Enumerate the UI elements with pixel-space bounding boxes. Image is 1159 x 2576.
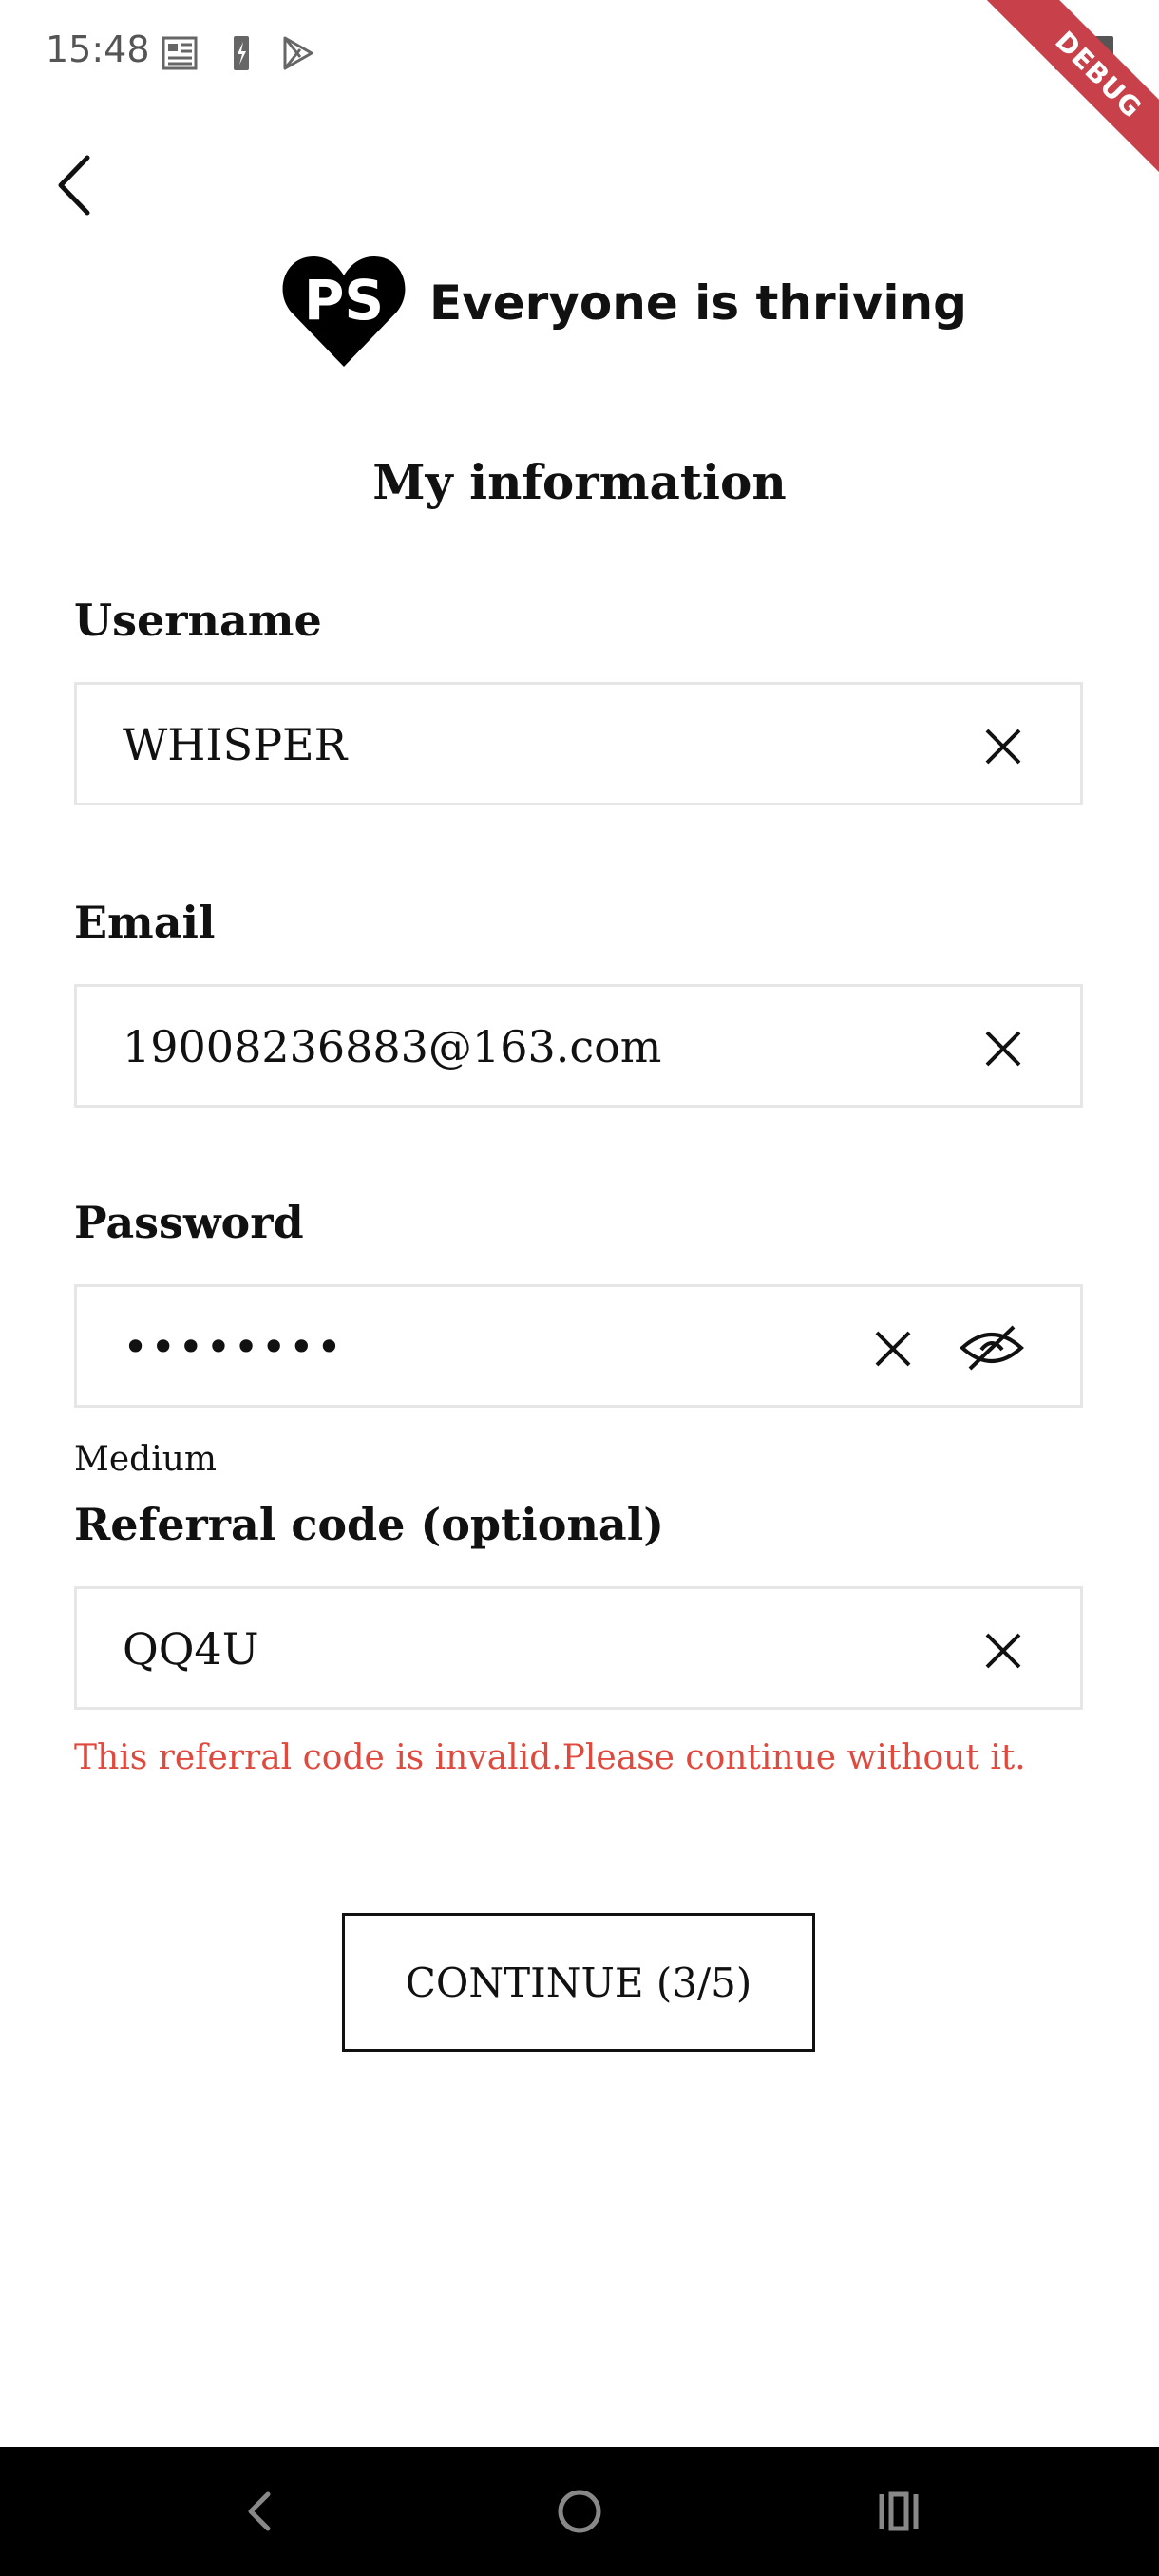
nav-recents-button[interactable] xyxy=(868,2481,929,2542)
logo: PS xyxy=(281,255,407,369)
battery-icon xyxy=(220,32,262,74)
clear-email-button[interactable] xyxy=(979,1025,1027,1072)
close-icon xyxy=(985,1633,1021,1669)
nav-home-button[interactable] xyxy=(549,2481,610,2542)
continue-button[interactable]: CONTINUE (3/5) xyxy=(342,1913,815,2052)
home-circle-icon xyxy=(558,2490,601,2533)
news-icon xyxy=(160,32,201,74)
debug-banner: DEBUG xyxy=(969,0,1159,190)
nav-back-button[interactable] xyxy=(230,2481,291,2542)
recents-icon xyxy=(879,2491,919,2531)
play-store-icon xyxy=(277,32,319,74)
referral-field[interactable]: QQ4U xyxy=(74,1586,1083,1710)
clear-username-button[interactable] xyxy=(979,723,1027,770)
debug-banner-label: DEBUG xyxy=(978,0,1159,190)
close-icon xyxy=(985,1031,1021,1067)
clear-referral-button[interactable] xyxy=(979,1627,1027,1675)
email-field[interactable]: 19008236883@163.com xyxy=(74,984,1083,1108)
status-time: 15:48 xyxy=(46,28,150,70)
email-value: 19008236883@163.com xyxy=(123,1021,662,1072)
toggle-password-visibility-button[interactable] xyxy=(959,1321,1025,1374)
username-label: Username xyxy=(74,595,322,646)
referral-label: Referral code (optional) xyxy=(74,1499,664,1550)
referral-error-message: This referral code is invalid.Please con… xyxy=(74,1738,1026,1777)
heart-logo-icon: PS xyxy=(282,256,406,367)
back-button[interactable] xyxy=(48,152,104,218)
clear-password-button[interactable] xyxy=(869,1325,917,1373)
page-title: My information xyxy=(372,454,787,510)
referral-value: QQ4U xyxy=(123,1623,259,1675)
nav-back-icon xyxy=(248,2491,271,2531)
password-label: Password xyxy=(74,1197,304,1248)
chevron-left-icon xyxy=(58,155,90,216)
email-label: Email xyxy=(74,897,216,948)
svg-text:PS: PS xyxy=(304,268,384,332)
eye-off-icon xyxy=(960,1325,1024,1371)
username-value: WHISPER xyxy=(123,719,348,770)
close-icon xyxy=(985,729,1021,765)
close-icon xyxy=(875,1331,911,1367)
username-field[interactable]: WHISPER xyxy=(74,682,1083,805)
password-field[interactable]: •••••••• xyxy=(74,1284,1083,1408)
tagline: Everyone is thriving xyxy=(429,275,967,331)
system-nav-bar xyxy=(0,2447,1159,2576)
password-strength: Medium xyxy=(74,1440,218,1479)
password-value: •••••••• xyxy=(123,1321,345,1373)
